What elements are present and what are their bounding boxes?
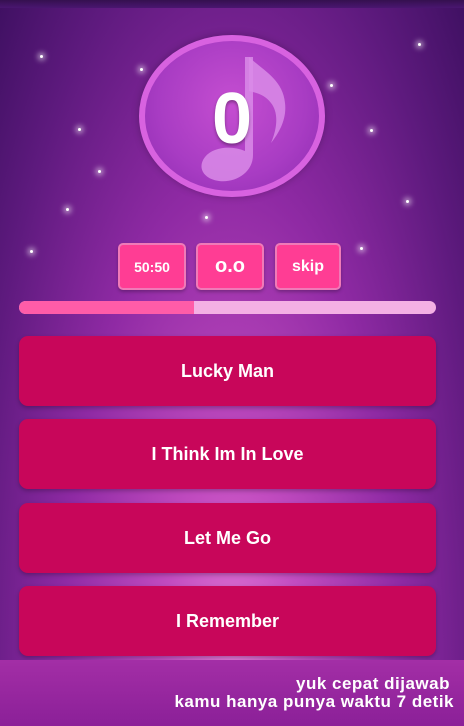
answer-button-2[interactable]: I Think Im In Love — [19, 419, 436, 489]
star — [370, 129, 373, 132]
timer-progress-fill — [19, 301, 195, 314]
star — [78, 128, 81, 131]
timer-progress-bar — [19, 301, 436, 314]
fifty-fifty-button[interactable]: 50:50 — [118, 243, 186, 290]
answer-button-1[interactable]: Lucky Man — [19, 336, 436, 406]
star — [360, 247, 363, 250]
star — [406, 200, 409, 203]
star — [40, 55, 43, 58]
star — [418, 43, 421, 46]
footer-message-line1: yuk cepat dijawab — [296, 674, 450, 693]
footer-message-line2: kamu hanya punya waktu 7 detik — [174, 692, 454, 711]
star — [30, 250, 33, 253]
answer-button-3[interactable]: Let Me Go — [19, 503, 436, 573]
status-bar-strip — [0, 0, 464, 8]
star — [205, 216, 208, 219]
answer-button-4[interactable]: I Remember — [19, 586, 436, 656]
star — [140, 68, 143, 71]
oo-button[interactable]: o.o — [196, 243, 264, 290]
star — [66, 208, 69, 211]
score-badge: 0 — [139, 35, 325, 197]
score-value: 0 — [211, 79, 253, 159]
skip-button[interactable]: skip — [275, 243, 341, 290]
star — [330, 84, 333, 87]
star — [98, 170, 101, 173]
